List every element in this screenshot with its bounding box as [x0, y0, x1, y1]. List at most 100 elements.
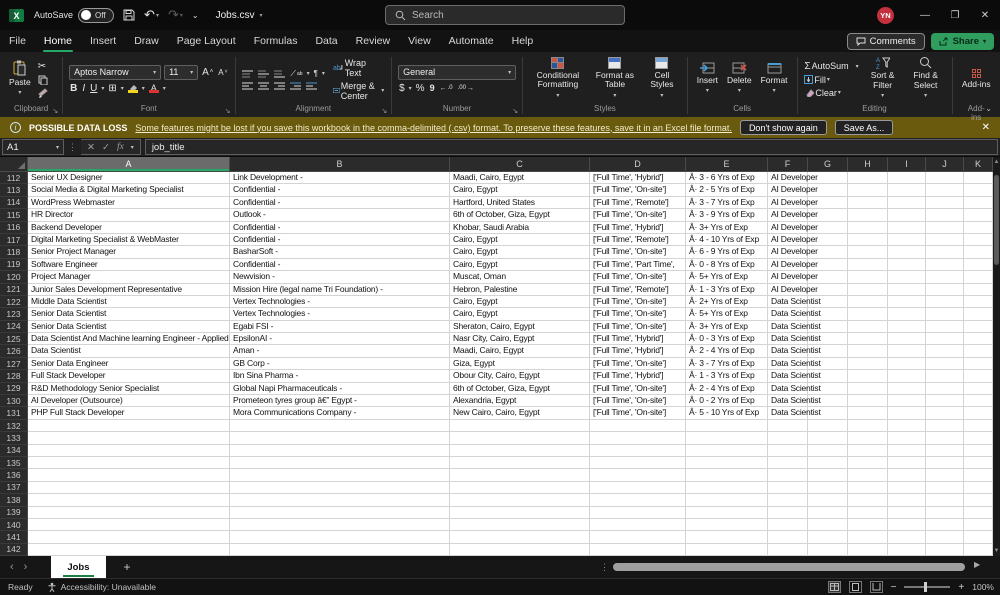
tab-draw[interactable]: Draw [125, 30, 168, 52]
cell-D118[interactable]: ['Full Time', 'On-site'] [590, 246, 686, 259]
cell-H113[interactable] [848, 184, 888, 197]
cell-K140[interactable] [964, 518, 993, 532]
format-painter-button[interactable] [37, 87, 49, 98]
cell-B141[interactable] [230, 531, 450, 544]
row-header-131[interactable]: 131 [0, 407, 28, 420]
cell-D113[interactable]: ['Full Time', 'On-site'] [590, 184, 686, 197]
increase-indent-button[interactable] [305, 82, 318, 90]
cell-J123[interactable] [926, 308, 964, 321]
row-header-137[interactable]: 137 [0, 481, 28, 495]
cell-D125[interactable]: ['Full Time', 'Hybrid'] [590, 333, 686, 346]
cell-J128[interactable] [926, 370, 964, 383]
cell-I132[interactable] [888, 419, 926, 433]
cell-H119[interactable] [848, 258, 888, 272]
cell-C137[interactable] [450, 481, 590, 495]
cell-H112[interactable] [848, 172, 888, 185]
cell-G134[interactable] [808, 444, 848, 457]
cell-C125[interactable]: Nasr City, Cairo, Egypt [450, 333, 590, 346]
cell-B125[interactable]: EpsilonAI - [230, 333, 450, 346]
cell-B135[interactable] [230, 456, 450, 470]
scrollbar-splitter[interactable]: ⋮ [600, 562, 609, 573]
cell-H132[interactable] [848, 419, 888, 433]
cell-F142[interactable] [768, 543, 808, 556]
cell-F133[interactable] [768, 432, 808, 445]
row-header-123[interactable]: 123 [0, 308, 28, 321]
cell-J134[interactable] [926, 444, 964, 457]
cell-K135[interactable] [964, 456, 993, 470]
font-size-select[interactable]: 11 ▾ [164, 64, 199, 80]
cell-F134[interactable] [768, 444, 808, 457]
cell-D142[interactable] [590, 543, 686, 556]
cell-K112[interactable] [964, 172, 993, 185]
cell-D138[interactable] [590, 494, 686, 507]
insert-cells-button[interactable]: Insert ▾ [694, 61, 721, 98]
cell-D126[interactable]: ['Full Time', 'Hybrid'] [590, 345, 686, 358]
cell-K132[interactable] [964, 419, 993, 433]
cell-I141[interactable] [888, 531, 926, 544]
cell-C135[interactable] [450, 456, 590, 470]
cell-B114[interactable]: Confidential - [230, 196, 450, 210]
cell-H140[interactable] [848, 518, 888, 532]
cell-B128[interactable]: Ibn Sina Pharma - [230, 370, 450, 383]
cell-F135[interactable] [768, 456, 808, 470]
cell-F137[interactable] [768, 481, 808, 495]
cell-D123[interactable]: ['Full Time', 'On-site'] [590, 308, 686, 321]
cell-F112[interactable]: AI Developer [768, 172, 818, 185]
row-header-141[interactable]: 141 [0, 531, 28, 544]
cell-I114[interactable] [888, 196, 926, 210]
cell-F119[interactable]: AI Developer [768, 258, 818, 272]
cell-J117[interactable] [926, 233, 964, 247]
cell-D121[interactable]: ['Full Time', 'Remote'] [590, 283, 686, 296]
cell-K141[interactable] [964, 531, 993, 544]
cell-I115[interactable] [888, 209, 926, 222]
vertical-scroll-thumb[interactable] [994, 175, 999, 265]
cell-F124[interactable]: Data Scientist [768, 320, 821, 334]
cell-K124[interactable] [964, 320, 993, 334]
cell-H137[interactable] [848, 481, 888, 495]
zoom-slider[interactable] [904, 582, 951, 592]
cell-F128[interactable]: Data Scientist [768, 370, 821, 383]
name-box[interactable]: A1 ▾ [2, 139, 64, 155]
cell-J126[interactable] [926, 345, 964, 358]
cell-E119[interactable]: Â· 0 - 8 Yrs of Exp [686, 258, 768, 272]
column-header-G[interactable]: G [808, 157, 848, 172]
cell-H133[interactable] [848, 432, 888, 445]
cell-H130[interactable] [848, 395, 888, 408]
cell-E132[interactable] [686, 419, 768, 433]
borders-button[interactable]: ⊞ [107, 83, 117, 94]
cell-J116[interactable] [926, 221, 964, 234]
cell-E115[interactable]: Â· 3 - 9 Yrs of Exp [686, 209, 768, 222]
find-select-button[interactable]: Find & Select ▾ [906, 55, 946, 103]
cell-E138[interactable] [686, 494, 768, 507]
column-header-I[interactable]: I [888, 157, 926, 172]
cell-K118[interactable] [964, 246, 993, 259]
cell-F121[interactable]: AI Developer [768, 283, 818, 296]
cell-B123[interactable]: Vertex Technologies - [230, 308, 450, 321]
cell-H131[interactable] [848, 407, 888, 420]
cell-C113[interactable]: Cairo, Egypt [450, 184, 590, 197]
cell-C128[interactable]: Obour City, Cairo, Egypt [450, 370, 590, 383]
cell-J133[interactable] [926, 432, 964, 445]
cell-E123[interactable]: Â· 5+ Yrs of Exp [686, 308, 768, 321]
cell-I125[interactable] [888, 333, 926, 346]
add-sheet-button[interactable]: + [106, 560, 149, 574]
cell-K131[interactable] [964, 407, 993, 420]
cell-B138[interactable] [230, 494, 450, 507]
cell-B116[interactable]: Confidential - [230, 221, 450, 234]
cell-I134[interactable] [888, 444, 926, 457]
minimize-button[interactable]: — [910, 0, 940, 30]
cell-K123[interactable] [964, 308, 993, 321]
close-button[interactable]: ✕ [970, 0, 1000, 30]
tab-formulas[interactable]: Formulas [245, 30, 307, 52]
save-as-button[interactable]: Save As... [834, 120, 894, 135]
row-header-130[interactable]: 130 [0, 395, 28, 408]
font-color-button[interactable]: A [148, 83, 160, 93]
conditional-formatting-button[interactable]: Conditional Formatting ▾ [529, 56, 587, 103]
cell-H121[interactable] [848, 283, 888, 296]
search-input[interactable]: Search [385, 5, 625, 25]
cell-E129[interactable]: Â· 2 - 4 Yrs of Exp [686, 382, 768, 396]
cell-D115[interactable]: ['Full Time', 'On-site'] [590, 209, 686, 222]
customize-toolbar-icon[interactable]: ⌄ [192, 11, 199, 20]
zoom-in-button[interactable]: + [958, 582, 964, 593]
cell-F122[interactable]: Data Scientist [768, 295, 821, 309]
